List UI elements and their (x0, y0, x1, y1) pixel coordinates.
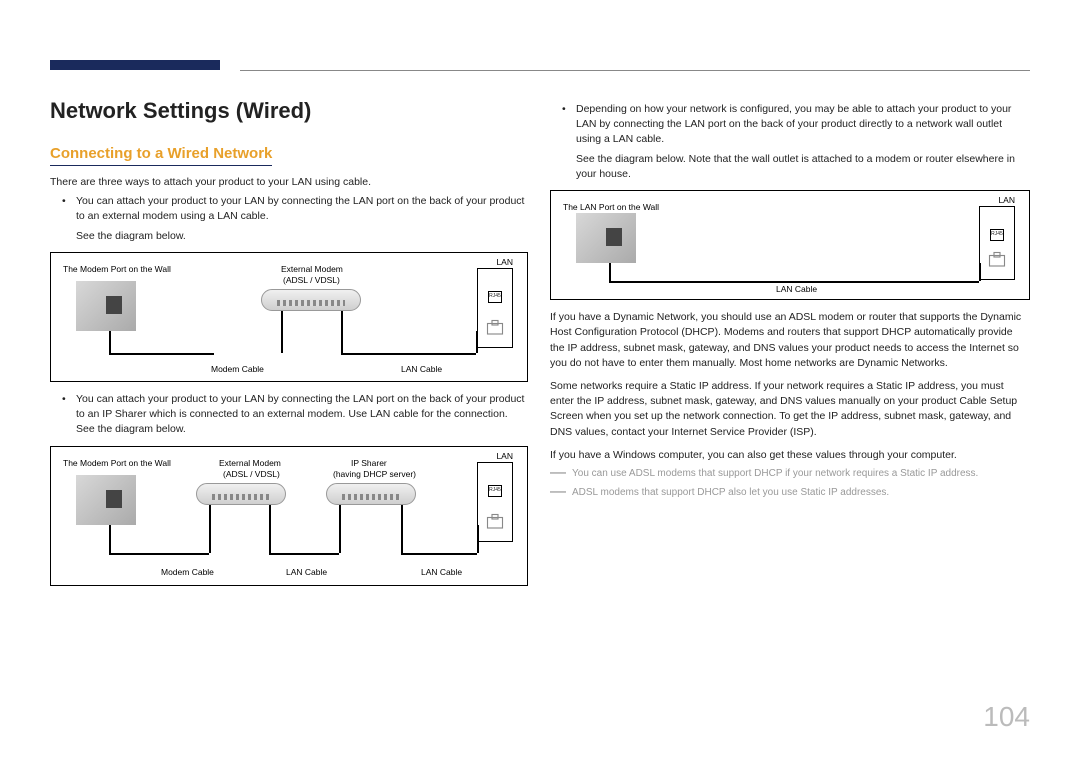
footnote-1-text: You can use ADSL modems that support DHC… (572, 467, 1030, 482)
diag3-wall-plate-icon (576, 213, 636, 263)
diag1-lancable-label: LAN Cable (401, 363, 442, 375)
header-accent-bar (50, 60, 220, 70)
diag3-rj45-label: RJ45 (990, 229, 1004, 241)
cable-line (979, 263, 981, 281)
diag2-modem-sublabel: (ADSL / VDSL) (223, 468, 280, 480)
bullet-1: • You can attach your product to your LA… (62, 194, 528, 224)
footnote-2: ― ADSL modems that support DHCP also let… (550, 486, 1030, 501)
diag2-lan-device-icon: RJ45 (477, 462, 513, 542)
diag1-lan-label: LAN (496, 256, 513, 268)
cable-line (109, 331, 111, 353)
cable-line (341, 311, 343, 353)
cable-line (269, 553, 339, 555)
diag2-sharer-sublabel: (having DHCP server) (333, 468, 416, 480)
cable-line (401, 553, 477, 555)
diag1-wall-plate-icon (76, 281, 136, 331)
cable-line (109, 353, 214, 355)
bullet-3: • Depending on how your network is confi… (562, 102, 1030, 148)
diag2-lan-port-icon (486, 513, 504, 531)
intro-text: There are three ways to attach your prod… (50, 175, 528, 190)
diag1-rj45-label: RJ45 (488, 291, 502, 303)
diag3-plug-icon (606, 228, 622, 246)
diag2-wall-plate-icon (76, 475, 136, 525)
diag1-modem-sublabel: (ADSL / VDSL) (283, 274, 340, 286)
diag2-lancable2-label: LAN Cable (421, 566, 462, 578)
bullet-dot-icon: • (62, 194, 76, 224)
footnote-1: ― You can use ADSL modems that support D… (550, 467, 1030, 482)
diagram-3: The LAN Port on the Wall LAN RJ45 LAN Ca… (550, 190, 1030, 300)
footnote-dash-icon: ― (550, 486, 572, 501)
cable-line (609, 263, 611, 281)
left-column: There are three ways to attach your prod… (50, 175, 528, 596)
bullet-2: • You can attach your product to your LA… (62, 392, 528, 438)
cable-line (341, 353, 476, 355)
diag2-modemcable-label: Modem Cable (161, 566, 214, 578)
footnote-dash-icon: ― (550, 467, 572, 482)
bullet-2-text: You can attach your product to your LAN … (76, 392, 528, 438)
header-rule (240, 70, 1030, 71)
section-title: Connecting to a Wired Network (50, 145, 272, 166)
cable-line (109, 553, 209, 555)
page-number: 104 (983, 701, 1030, 733)
diag1-modemcable-label: Modem Cable (211, 363, 264, 375)
diag3-lan-device-icon: RJ45 (979, 206, 1015, 280)
cable-line (339, 505, 341, 553)
cable-line (269, 505, 271, 553)
bullet-3-text: Depending on how your network is configu… (576, 102, 1030, 148)
see-diagram-3: See the diagram below. Note that the wal… (576, 152, 1030, 182)
cable-line (476, 331, 478, 353)
footnote-2-text: ADSL modems that support DHCP also let y… (572, 486, 1030, 501)
cable-line (281, 311, 283, 353)
paragraph-dhcp: If you have a Dynamic Network, you shoul… (550, 310, 1030, 371)
see-diagram-1: See the diagram below. (76, 229, 528, 244)
cable-line (109, 525, 111, 553)
diag2-wall-label: The Modem Port on the Wall (63, 457, 171, 469)
diag3-lan-label: LAN (998, 194, 1015, 206)
paragraph-windows: If you have a Windows computer, you can … (550, 448, 1030, 463)
diag3-lan-port-icon (988, 251, 1006, 269)
diag3-wall-label: The LAN Port on the Wall (563, 201, 659, 213)
cable-line (209, 505, 211, 553)
diag2-lancable1-label: LAN Cable (286, 566, 327, 578)
diag3-lancable-label: LAN Cable (776, 283, 817, 295)
diagram-1: The Modem Port on the Wall External Mode… (50, 252, 528, 382)
diag1-lan-device-icon: RJ45 (477, 268, 513, 348)
paragraph-static-ip: Some networks require a Static IP addres… (550, 379, 1030, 440)
right-column: • Depending on how your network is confi… (550, 98, 1030, 504)
diag1-lan-port-icon (486, 319, 504, 337)
diag1-plug-icon (106, 296, 122, 314)
diag2-lan-label: LAN (496, 450, 513, 462)
diag2-plug-icon (106, 490, 122, 508)
diag1-wall-label: The Modem Port on the Wall (63, 263, 171, 275)
page-title: Network Settings (Wired) (50, 98, 311, 124)
diag2-rj45-label: RJ45 (488, 485, 502, 497)
bullet-dot-icon: • (62, 392, 76, 438)
diag2-sharer-icon (326, 483, 416, 505)
diagram-2: The Modem Port on the Wall External Mode… (50, 446, 528, 586)
diag1-modem-icon (261, 289, 361, 311)
diag2-modem-icon (196, 483, 286, 505)
cable-line (401, 505, 403, 553)
cable-line (477, 525, 479, 553)
bullet-dot-icon: • (562, 102, 576, 148)
bullet-1-text: You can attach your product to your LAN … (76, 194, 528, 224)
